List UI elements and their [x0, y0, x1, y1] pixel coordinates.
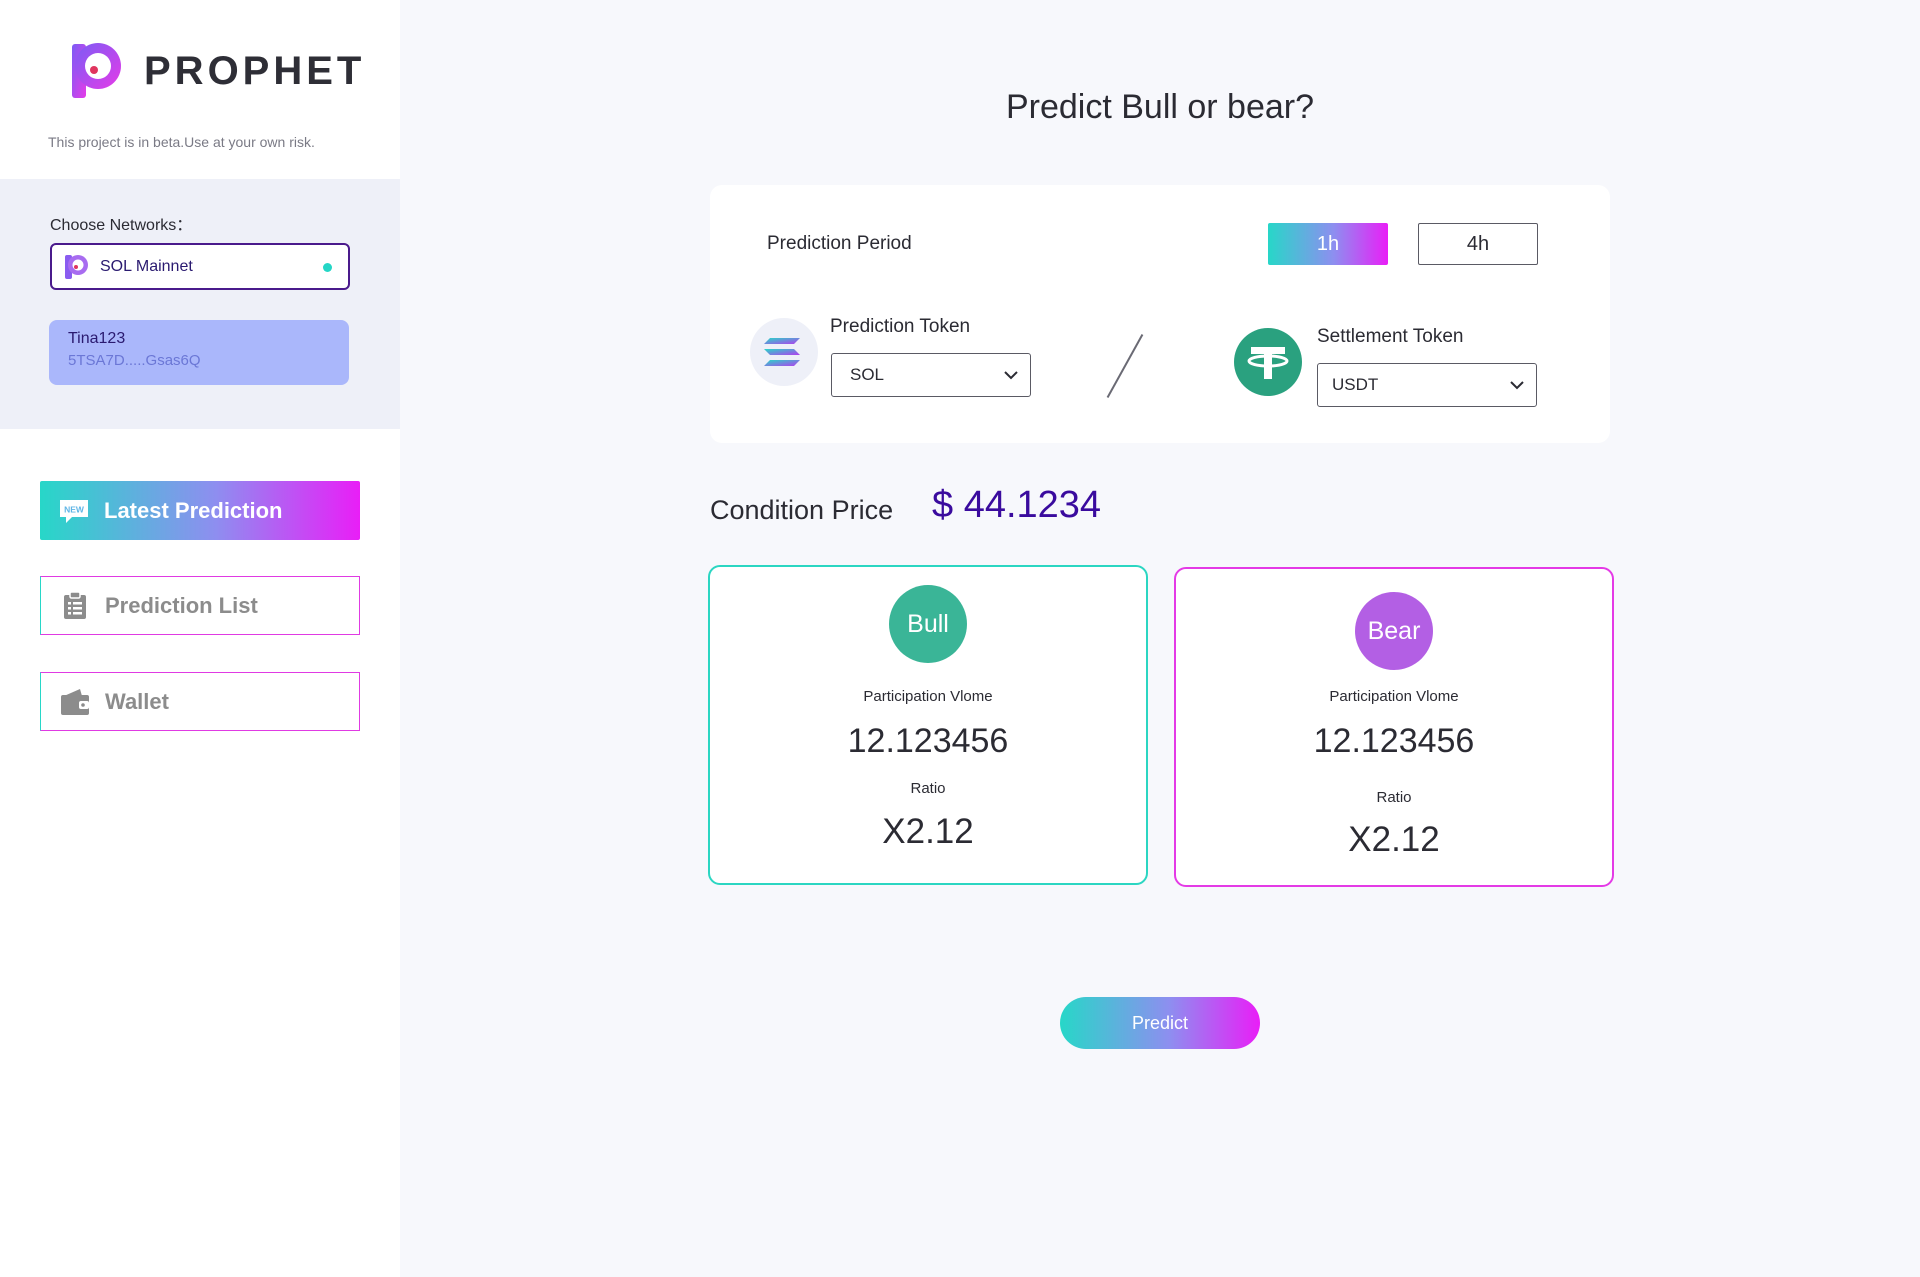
pair-divider — [1106, 334, 1144, 398]
prediction-token-select[interactable]: SOL — [831, 353, 1031, 397]
nav-latest-prediction[interactable]: NEW Latest Prediction — [40, 481, 360, 540]
bull-card[interactable]: Bull Participation Vlome 12.123456 Ratio… — [708, 565, 1148, 885]
account-address: 5TSA7D.....Gsas6Q — [68, 352, 201, 369]
sol-token-icon — [750, 318, 818, 386]
period-4h-button[interactable]: 4h — [1418, 223, 1538, 265]
settlement-token-select[interactable]: USDT — [1317, 363, 1537, 407]
nav-latest-label: Latest Prediction — [104, 497, 283, 523]
new-icon: NEW — [58, 496, 90, 526]
nav-wallet[interactable]: Wallet — [40, 672, 360, 731]
brand-name: PROPHET — [144, 48, 366, 93]
prediction-token-label: Prediction Token — [830, 316, 971, 337]
nav-prediction-list[interactable]: Prediction List — [40, 576, 360, 635]
condition-price-label: Condition Price — [710, 495, 894, 525]
bull-volume-value: 12.123456 — [847, 722, 1009, 760]
page-title: Predict Bull or bear? — [1005, 88, 1315, 126]
usdt-token-icon — [1234, 328, 1302, 396]
nav-wallet-label: Wallet — [105, 688, 169, 714]
period-1h-button[interactable]: 1h — [1268, 223, 1388, 265]
network-select[interactable]: SOL Mainnet — [50, 243, 350, 290]
predict-button[interactable]: Predict — [1060, 997, 1260, 1049]
bull-ratio-value: X2.12 — [882, 812, 974, 851]
bull-badge: Bull — [889, 585, 967, 663]
bear-badge: Bear — [1355, 592, 1433, 670]
bear-volume-label: Participation Vlome — [1329, 688, 1459, 705]
brand: PROPHET — [70, 42, 365, 100]
prophet-logo-icon — [70, 42, 124, 100]
prediction-form-card: Prediction Period 1h 4h Prediction Token… — [710, 185, 1610, 443]
network-status-dot — [323, 263, 332, 272]
bear-ratio-value: X2.12 — [1348, 820, 1440, 859]
network-panel: Choose Networks： SOL Mainnet Tina123 5TS… — [0, 179, 400, 429]
bull-ratio-label: Ratio — [910, 780, 946, 797]
bear-ratio-label: Ratio — [1376, 789, 1412, 806]
chevron-down-icon — [1508, 376, 1526, 394]
nav-list-label: Prediction List — [105, 592, 258, 618]
network-name: SOL Mainnet — [100, 257, 193, 275]
bear-card[interactable]: Bear Participation Vlome 12.123456 Ratio… — [1174, 567, 1614, 887]
chevron-down-icon — [1002, 366, 1020, 384]
prediction-token-value: SOL — [850, 365, 885, 384]
clipboard-list-icon — [59, 591, 91, 621]
choose-networks-label: Choose Networks： — [50, 217, 193, 234]
prediction-period-label: Prediction Period — [767, 233, 912, 254]
account-card[interactable]: Tina123 5TSA7D.....Gsas6Q — [49, 320, 349, 385]
account-name: Tina123 — [68, 330, 126, 347]
beta-note: This project is in beta.Use at your own … — [48, 134, 315, 150]
wallet-icon — [59, 687, 91, 717]
sidebar: PROPHET This project is in beta.Use at y… — [0, 0, 400, 1277]
bear-volume-value: 12.123456 — [1313, 722, 1475, 760]
bull-volume-label: Participation Vlome — [863, 688, 993, 705]
condition-price-value: $ 44.1234 — [932, 484, 1102, 526]
settlement-token-label: Settlement Token — [1317, 326, 1464, 347]
network-logo-icon — [64, 254, 90, 280]
settlement-token-value: USDT — [1332, 375, 1379, 394]
svg-text:NEW: NEW — [64, 504, 85, 514]
